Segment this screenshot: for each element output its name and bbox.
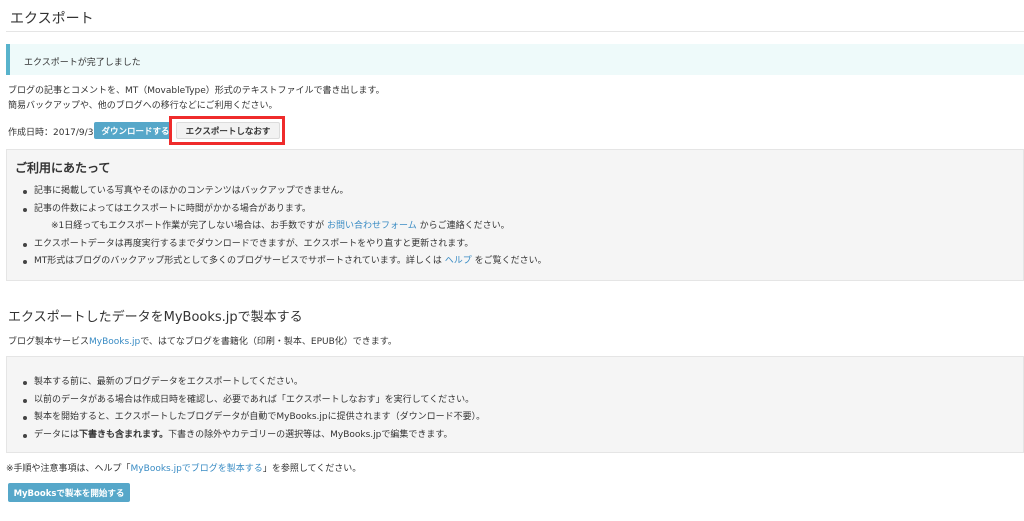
list-item: データには下書きも含まれます。下書きの除外やカテゴリーの選択等は、MyBooks… (21, 427, 485, 445)
contact-form-link[interactable]: お問い合わせフォーム (327, 221, 417, 231)
list-item: 製本する前に、最新のブログデータをエクスポートしてください。 (21, 374, 485, 392)
list-item: 製本を開始すると、エクスポートしたブログデータが自動でMyBooks.jpに提供… (21, 409, 485, 427)
mybooks-desc-suffix: で、はてなブログを書籍化（印刷・製本、EPUB化）できます。 (140, 337, 397, 347)
usage-notes-panel: ご利用にあたって 記事に掲載している写真やそのほかのコンテンツはバックアップでき… (6, 149, 1024, 281)
list-item: エクスポートデータは再度実行するまでダウンロードできますが、エクスポートをやり直… (21, 236, 547, 254)
description-line-2: 簡易バックアップや、他のブログへの移行などにご利用ください。 (8, 101, 278, 111)
list-item: MT形式はブログのバックアップ形式として多くのブログサービスでサポートされていま… (21, 253, 547, 271)
notice-text: エクスポートが完了しました (24, 58, 141, 68)
start-mybooks-button[interactable]: MyBooksで製本を開始する (8, 483, 130, 502)
title-divider (6, 31, 1024, 32)
list-item: 以前のデータがある場合は作成日時を確認し、必要であれば「エクスポートしなおす」を… (21, 392, 485, 410)
drafts-note-suffix: 下書きの除外やカテゴリーの選択等は、MyBooks.jpで編集できます。 (168, 429, 453, 440)
footnote-suffix: 」を参照してください。 (262, 464, 362, 474)
mybooks-desc-prefix: ブログ製本サービス (8, 337, 90, 347)
usage-notes-list: 記事に掲載している写真やそのほかのコンテンツはバックアップできません。 記事の件… (21, 183, 547, 271)
created-date: 作成日時：2017/9/30 (8, 128, 100, 138)
re-export-button[interactable]: エクスポートしなおす (176, 122, 280, 139)
export-description: ブログの記事とコメントを、MT（MovableType）形式のテキストファイルで… (8, 84, 385, 114)
usage-notes-heading: ご利用にあたって (15, 161, 111, 175)
help-link[interactable]: ヘルプ (445, 256, 472, 266)
mt-format-text: MT形式はブログのバックアップ形式として多くのブログサービスでサポートされていま… (34, 256, 442, 266)
mybooks-description: ブログ製本サービスMyBooks.jpで、はてなブログを書籍化（印刷・製本、EP… (8, 334, 397, 347)
mybooks-notes-list: 製本する前に、最新のブログデータをエクスポートしてください。 以前のデータがある… (21, 374, 485, 444)
mybooks-help-link[interactable]: MyBooks.jpでブログを製本する (131, 464, 263, 474)
mybooks-heading: エクスポートしたデータをMyBooks.jpで製本する (8, 310, 303, 325)
list-item: 記事の件数によってはエクスポートに時間がかかる場合があります。 (21, 201, 547, 219)
mybooks-footnote: ※手順や注意事項は、ヘルプ「MyBooks.jpでブログを製本する」を参照してく… (6, 461, 361, 474)
drafts-note-bold: 下書きも含まれます。 (79, 429, 169, 440)
list-item: 記事に掲載している写真やそのほかのコンテンツはバックアップできません。 (21, 183, 547, 201)
mybooks-link[interactable]: MyBooks.jp (89, 337, 140, 347)
sub-note-text: ※1日経ってもエクスポート作業が完了しない場合は、お手数ですが (51, 221, 325, 231)
success-notice: エクスポートが完了しました (6, 44, 1024, 75)
sub-note-suffix: からご連絡ください。 (419, 221, 510, 231)
list-item-sub: ※1日経ってもエクスポート作業が完了しない場合は、お手数ですが お問い合わせフォ… (21, 218, 547, 236)
description-line-1: ブログの記事とコメントを、MT（MovableType）形式のテキストファイルで… (8, 86, 385, 96)
mybooks-notes-panel: 製本する前に、最新のブログデータをエクスポートしてください。 以前のデータがある… (6, 356, 1024, 453)
mt-format-suffix: をご覧ください。 (474, 256, 547, 266)
page-title: エクスポート (10, 11, 94, 27)
download-button[interactable]: ダウンロードする (94, 122, 177, 139)
footnote-prefix: ※手順や注意事項は、ヘルプ「 (6, 464, 131, 474)
drafts-note-prefix: データには (34, 429, 80, 440)
redo-highlight: エクスポートしなおす (169, 116, 285, 145)
